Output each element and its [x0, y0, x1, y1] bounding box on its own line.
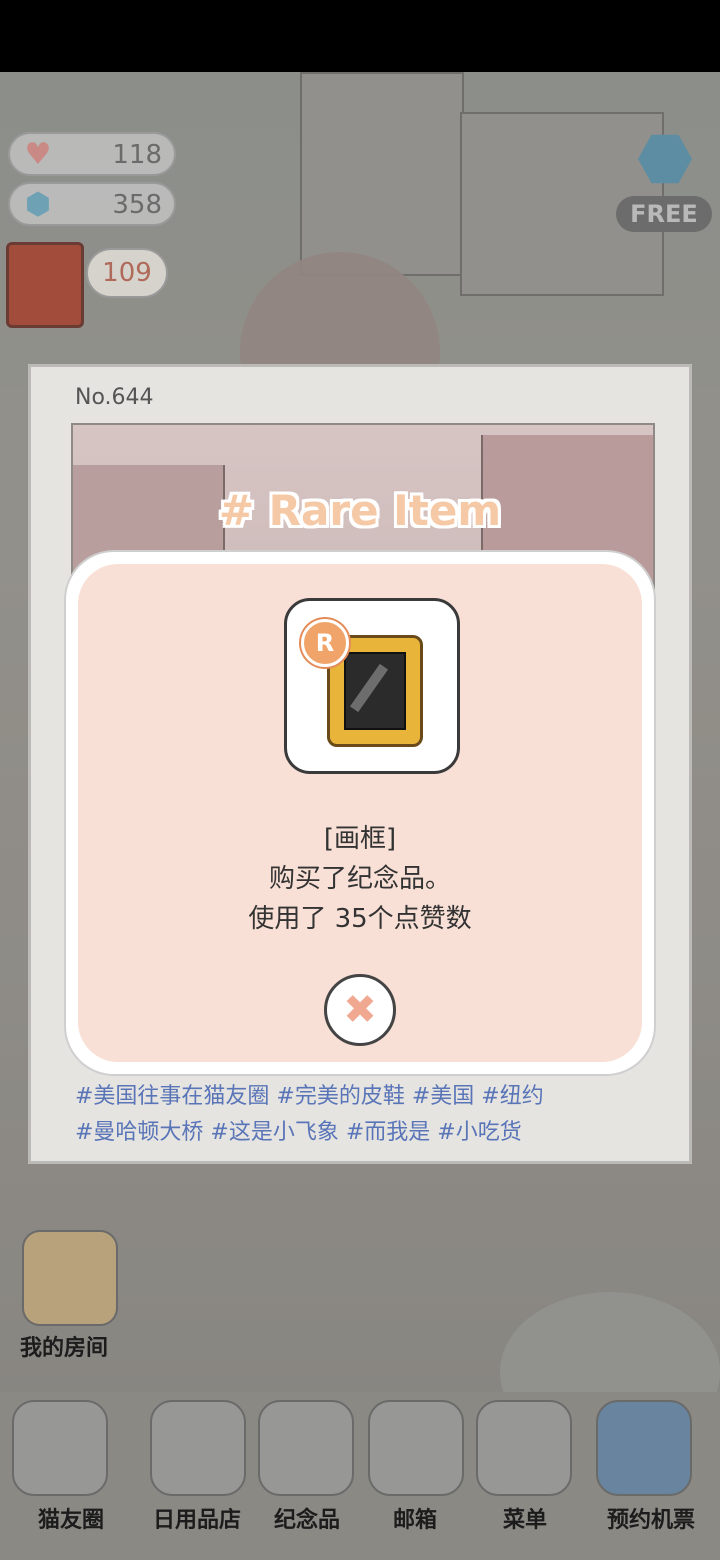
- free-label: FREE: [616, 196, 712, 232]
- rare-item-title: # Rare Item: [218, 486, 502, 535]
- likes-badge: 109: [86, 248, 168, 298]
- item-tile: R: [284, 598, 460, 774]
- free-gem-button[interactable]: FREE: [616, 132, 712, 240]
- postcard-tags: #美国往事在猫友圈 #完美的皮鞋 #美国 #纽约 #曼哈顿大桥 #这是小飞象 #…: [75, 1079, 635, 1151]
- tags-line-2: #曼哈顿大桥 #这是小飞象 #而我是 #小吃货: [75, 1120, 522, 1145]
- nav-label-flight-ticket[interactable]: 预约机票: [596, 1502, 706, 1534]
- gems-value: 358: [112, 190, 162, 220]
- hearts-value: 118: [112, 140, 162, 170]
- purchase-message: 购买了纪念品。: [268, 864, 451, 894]
- nav-label-souvenirs[interactable]: 纪念品: [252, 1502, 362, 1534]
- nav-label-mailbox[interactable]: 邮箱: [360, 1502, 470, 1534]
- rarity-badge: R: [301, 619, 349, 667]
- my-room-label: 我的房间: [20, 1336, 109, 1361]
- heart-icon: ♥: [24, 137, 52, 172]
- item-name: [画框]: [323, 824, 397, 854]
- daily-shop-icon[interactable]: [150, 1400, 246, 1496]
- status-bar: [0, 0, 720, 72]
- purchase-dialog: R [画框] 购买了纪念品。 使用了 35个点赞数 ✖: [66, 552, 654, 1074]
- hearts-counter: ♥ 118: [8, 132, 176, 176]
- nav-label-menu[interactable]: 菜单: [470, 1502, 580, 1534]
- gem-icon: [638, 134, 692, 184]
- album-book-icon[interactable]: [6, 242, 84, 328]
- gems-counter: ⬢ 358: [8, 182, 176, 226]
- close-icon: ✖: [343, 987, 377, 1033]
- close-button[interactable]: ✖: [324, 974, 396, 1046]
- cat-circle-icon[interactable]: [12, 1400, 108, 1496]
- flight-ticket-icon[interactable]: [596, 1400, 692, 1496]
- nav-label-daily-shop[interactable]: 日用品店: [142, 1502, 252, 1534]
- postcard-number: No.644: [75, 385, 154, 410]
- cost-message: 使用了 35个点赞数: [248, 904, 472, 934]
- my-room-button[interactable]: [22, 1230, 118, 1326]
- gem-icon: ⬢: [24, 187, 52, 222]
- dialog-body: R [画框] 购买了纪念品。 使用了 35个点赞数 ✖: [78, 564, 642, 1062]
- menu-folder-icon[interactable]: [476, 1400, 572, 1496]
- likes-value: 109: [102, 258, 152, 288]
- mailbox-icon[interactable]: [368, 1400, 464, 1496]
- tags-line-1: #美国往事在猫友圈 #完美的皮鞋 #美国 #纽约: [75, 1084, 544, 1109]
- nav-label-cat-circle[interactable]: 猫友圈: [16, 1502, 126, 1534]
- souvenir-box-icon[interactable]: [258, 1400, 354, 1496]
